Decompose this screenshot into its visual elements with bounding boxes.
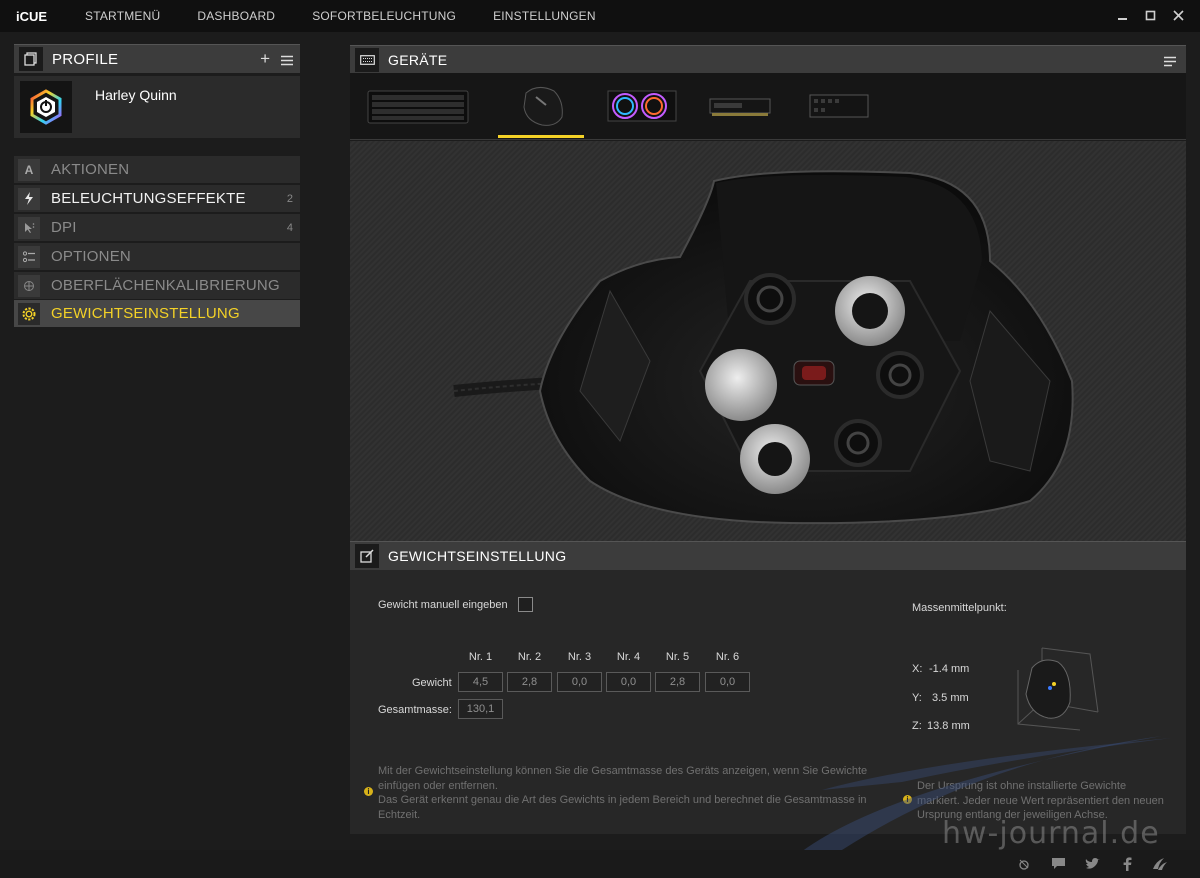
weight-field-2[interactable]: 2,8 <box>507 672 552 692</box>
watermark-text: hw-journal.de <box>942 816 1160 851</box>
column-header: Nr. 5 <box>665 651 690 663</box>
twitter-icon[interactable] <box>1083 855 1101 873</box>
nav-einstellungen[interactable]: EINSTELLUNGEN <box>493 9 596 23</box>
menu-item-dpi[interactable]: DPI 4 <box>14 214 300 241</box>
devices-header: GERÄTE <box>350 45 1186 73</box>
weight-field-3[interactable]: 0,0 <box>557 672 602 692</box>
device-keyboard[interactable] <box>366 81 470 131</box>
icue-hex-icon <box>30 89 62 125</box>
info-icon: i <box>364 787 373 796</box>
close-icon <box>1172 9 1184 21</box>
profile-menu-button[interactable] <box>281 53 293 71</box>
icue-window: iCUE STARTMENÜ DASHBOARD SOFORTBELEUCHTU… <box>0 0 1200 878</box>
manual-weight-checkbox[interactable] <box>518 597 533 612</box>
weight-header: GEWICHTSEINSTELLUNG <box>350 541 1186 570</box>
bug-report-icon[interactable] <box>1015 855 1033 873</box>
menu-label: BELEUCHTUNGSEFFEKTE <box>51 190 246 207</box>
corsair-sails-icon[interactable] <box>1151 855 1169 873</box>
device-memory[interactable] <box>708 81 772 131</box>
device-aio-cooler[interactable] <box>606 81 678 131</box>
chat-icon[interactable] <box>1049 855 1067 873</box>
profile-avatar <box>20 81 72 133</box>
title-bar: iCUE STARTMENÜ DASHBOARD SOFORTBELEUCHTU… <box>0 0 1200 32</box>
total-mass-field: 130,1 <box>458 699 503 719</box>
weight-field-5[interactable]: 2,8 <box>655 672 700 692</box>
facebook-icon[interactable] <box>1118 855 1136 873</box>
menu-count: 2 <box>286 192 293 205</box>
target-icon <box>18 274 40 297</box>
nav-sofortbeleuchtung[interactable]: SOFORTBELEUCHTUNG <box>312 9 456 23</box>
weight-field-1[interactable]: 4,5 <box>458 672 503 692</box>
edit-icon <box>355 544 379 568</box>
column-header: Nr. 3 <box>567 651 592 663</box>
window-controls <box>1114 7 1186 23</box>
profile-card[interactable]: Harley Quinn <box>14 76 300 138</box>
menu-item-beleuchtungseffekte[interactable]: BELEUCHTUNGSEFFEKTE 2 <box>14 185 300 212</box>
weight-title: GEWICHTSEINSTELLUNG <box>388 548 567 564</box>
lightning-icon <box>18 187 40 210</box>
y-value: 3.5 mm <box>932 692 969 704</box>
column-header: Nr. 1 <box>468 651 493 663</box>
menu-item-gewichtseinstellung[interactable]: GEWICHTSEINSTELLUNG <box>14 300 300 327</box>
x-label: X: <box>912 663 923 675</box>
menu-label: OPTIONEN <box>51 248 131 265</box>
maximize-button[interactable] <box>1142 7 1158 23</box>
device-selector <box>350 73 1186 140</box>
menu-item-oberflaechenkalibrierung[interactable]: OBERFLÄCHENKALIBRIERUNG <box>14 272 300 299</box>
menu-item-optionen[interactable]: OPTIONEN <box>14 243 300 270</box>
menu-count: 4 <box>286 221 293 234</box>
total-mass-label: Gesamtmasse: <box>378 704 452 716</box>
y-label: Y: <box>912 692 922 704</box>
menu-item-aktionen[interactable]: A AKTIONEN <box>14 156 300 183</box>
weight-field-4[interactable]: 0,0 <box>606 672 651 692</box>
app-logo: iCUE <box>16 8 48 24</box>
options-list-icon <box>18 245 40 268</box>
weight-row-label: Gewicht <box>412 677 452 689</box>
profile-title: PROFILE <box>52 50 119 68</box>
add-profile-button[interactable]: + <box>260 49 270 69</box>
device-preview <box>350 141 1186 541</box>
column-header: Nr. 6 <box>715 651 740 663</box>
column-header: Nr. 4 <box>616 651 641 663</box>
maximize-icon <box>1145 10 1155 20</box>
weight-field-6[interactable]: 0,0 <box>705 672 750 692</box>
actions-icon: A <box>18 158 40 181</box>
menu-label: AKTIONEN <box>51 161 130 178</box>
weight-gear-icon <box>18 302 40 325</box>
selected-device-indicator <box>498 135 584 138</box>
center-of-mass-3d-preview <box>1017 647 1099 731</box>
devices-menu-button[interactable] <box>1164 54 1176 72</box>
dpi-cursor-icon <box>18 216 40 239</box>
column-header: Nr. 2 <box>517 651 542 663</box>
minimize-button[interactable] <box>1114 7 1130 23</box>
menu-label: OBERFLÄCHENKALIBRIERUNG <box>51 277 280 294</box>
minimize-icon <box>1117 17 1127 20</box>
list-menu-icon <box>1164 56 1176 67</box>
profile-header: PROFILE + <box>14 44 300 73</box>
profile-name: Harley Quinn <box>95 87 177 103</box>
manual-weight-label: Gewicht manuell eingeben <box>378 599 508 611</box>
profile-icon <box>19 47 43 71</box>
mouse-bottom-image <box>453 170 1074 525</box>
menu-label: GEWICHTSEINSTELLUNG <box>51 305 240 322</box>
keyboard-icon <box>355 47 379 72</box>
nav-dashboard[interactable]: DASHBOARD <box>197 9 275 23</box>
menu-label: DPI <box>51 219 77 236</box>
devices-title: GERÄTE <box>388 51 448 68</box>
device-controller[interactable] <box>808 81 870 131</box>
hamburger-icon <box>281 55 293 66</box>
close-button[interactable] <box>1170 7 1186 23</box>
device-mouse[interactable] <box>518 81 568 131</box>
nav-startmenu[interactable]: STARTMENÜ <box>85 9 160 23</box>
center-of-mass-title: Massenmittelpunkt: <box>912 602 1007 614</box>
x-value: -1.4 mm <box>929 663 970 675</box>
